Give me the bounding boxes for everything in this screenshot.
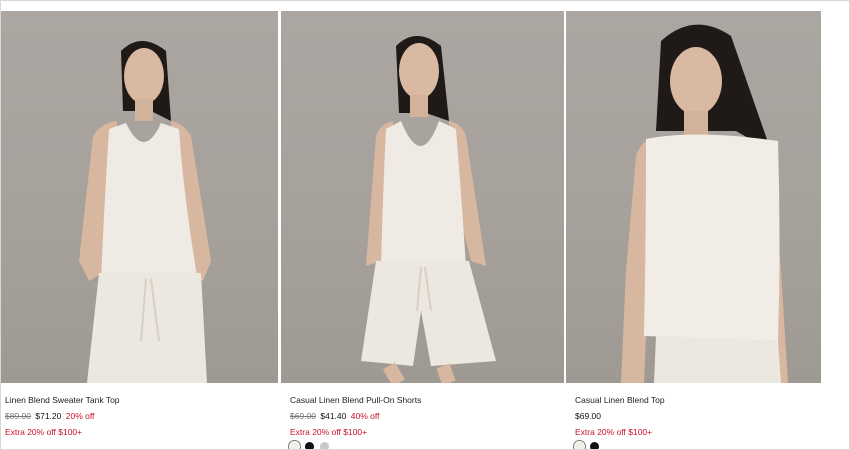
- color-swatch[interactable]: [290, 442, 299, 449]
- product-card[interactable]: Casual Linen Blend Top $69.00 Extra 20% …: [566, 11, 821, 449]
- product-info: Casual Linen Blend Pull-On Shorts $69.00…: [281, 383, 564, 449]
- color-swatch[interactable]: [320, 442, 329, 449]
- product-title-link[interactable]: Linen Blend Sweater Tank Top: [5, 393, 274, 407]
- model-photo-illustration: [361, 36, 496, 383]
- product-grid-page: Linen Blend Sweater Tank Top $89.00 $71.…: [0, 0, 850, 450]
- original-price: $89.00: [5, 411, 31, 421]
- promo-text: Extra 20% off $100+: [290, 427, 368, 437]
- model-photo-illustration: [79, 41, 211, 383]
- product-title-link[interactable]: Casual Linen Blend Top: [575, 393, 817, 407]
- color-swatches: [575, 442, 817, 449]
- product-image[interactable]: [1, 11, 278, 383]
- product-grid: Linen Blend Sweater Tank Top $89.00 $71.…: [1, 11, 849, 449]
- product-info: Linen Blend Sweater Tank Top $89.00 $71.…: [1, 383, 278, 439]
- price-row: $69.00 $41.40 40% off: [290, 409, 560, 423]
- color-swatches: [290, 442, 560, 449]
- color-swatch[interactable]: [575, 442, 584, 449]
- color-swatch[interactable]: [305, 442, 314, 449]
- product-image[interactable]: [566, 11, 821, 383]
- sale-price: $71.20: [35, 411, 62, 421]
- discount-badge: 40% off: [350, 411, 380, 421]
- original-price: $69.00: [290, 411, 316, 421]
- discount-badge: 20% off: [65, 411, 95, 421]
- product-card[interactable]: Linen Blend Sweater Tank Top $89.00 $71.…: [1, 11, 278, 449]
- product-card[interactable]: Casual Linen Blend Pull-On Shorts $69.00…: [281, 11, 564, 449]
- sale-price: $41.40: [320, 411, 347, 421]
- promo-text: Extra 20% off $100+: [575, 427, 653, 437]
- product-title-link[interactable]: Casual Linen Blend Pull-On Shorts: [290, 393, 560, 407]
- sale-price: $69.00: [575, 411, 601, 421]
- product-info: Casual Linen Blend Top $69.00 Extra 20% …: [566, 383, 821, 449]
- product-image[interactable]: [281, 11, 564, 383]
- price-row: $69.00: [575, 409, 817, 423]
- price-row: $89.00 $71.20 20% off: [5, 409, 274, 423]
- color-swatch[interactable]: [590, 442, 599, 449]
- model-photo-illustration: [621, 24, 788, 383]
- promo-text: Extra 20% off $100+: [5, 427, 83, 437]
